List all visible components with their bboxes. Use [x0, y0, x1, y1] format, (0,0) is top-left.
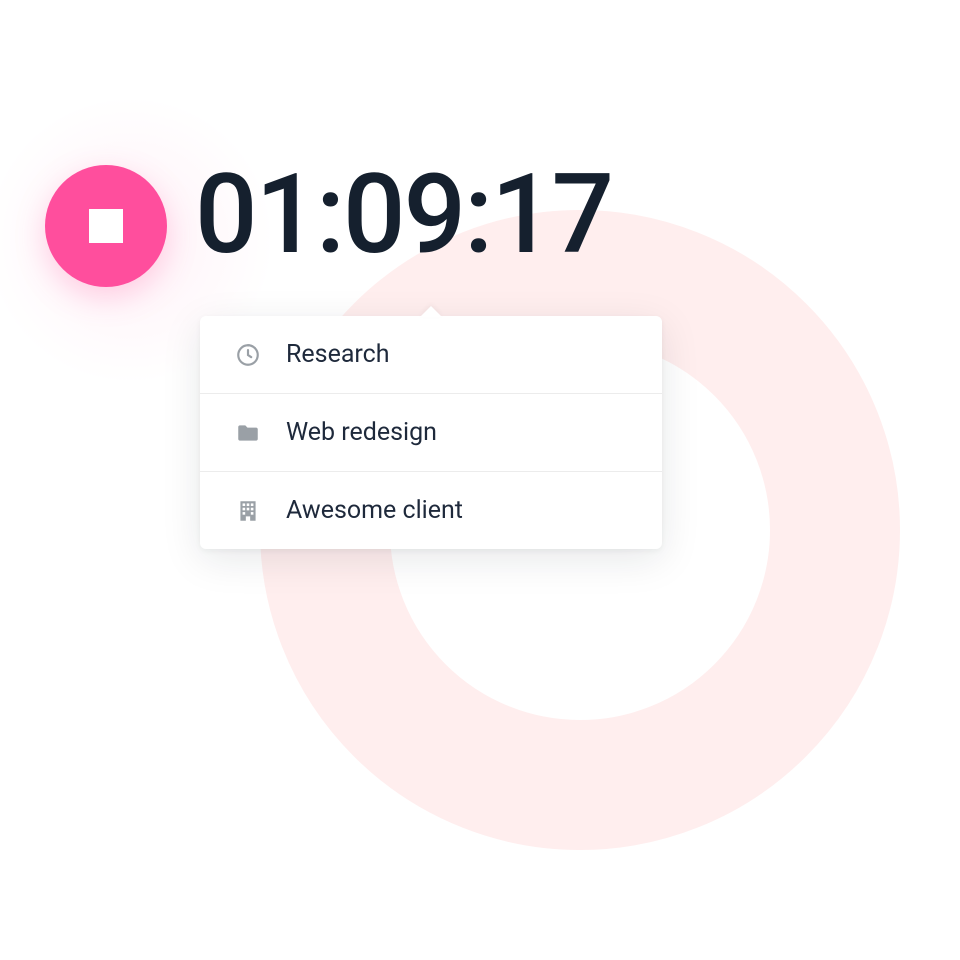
timer-display: 01:09:17 [195, 150, 612, 279]
building-icon [234, 497, 262, 525]
clock-icon [234, 341, 262, 369]
popover-item-label: Research [286, 340, 390, 369]
stop-icon [89, 209, 123, 243]
popover-item-label: Awesome client [286, 496, 463, 525]
stop-button[interactable] [45, 165, 167, 287]
popover-item-task[interactable]: Research [200, 316, 662, 394]
popover-item-project[interactable]: Web redesign [200, 394, 662, 472]
popover-item-label: Web redesign [286, 418, 437, 447]
popover-item-client[interactable]: Awesome client [200, 472, 662, 549]
folder-icon [234, 419, 262, 447]
entry-popover: Research Web redesign [200, 316, 662, 549]
stage: 01:09:17 Research Web redesign [0, 0, 960, 960]
